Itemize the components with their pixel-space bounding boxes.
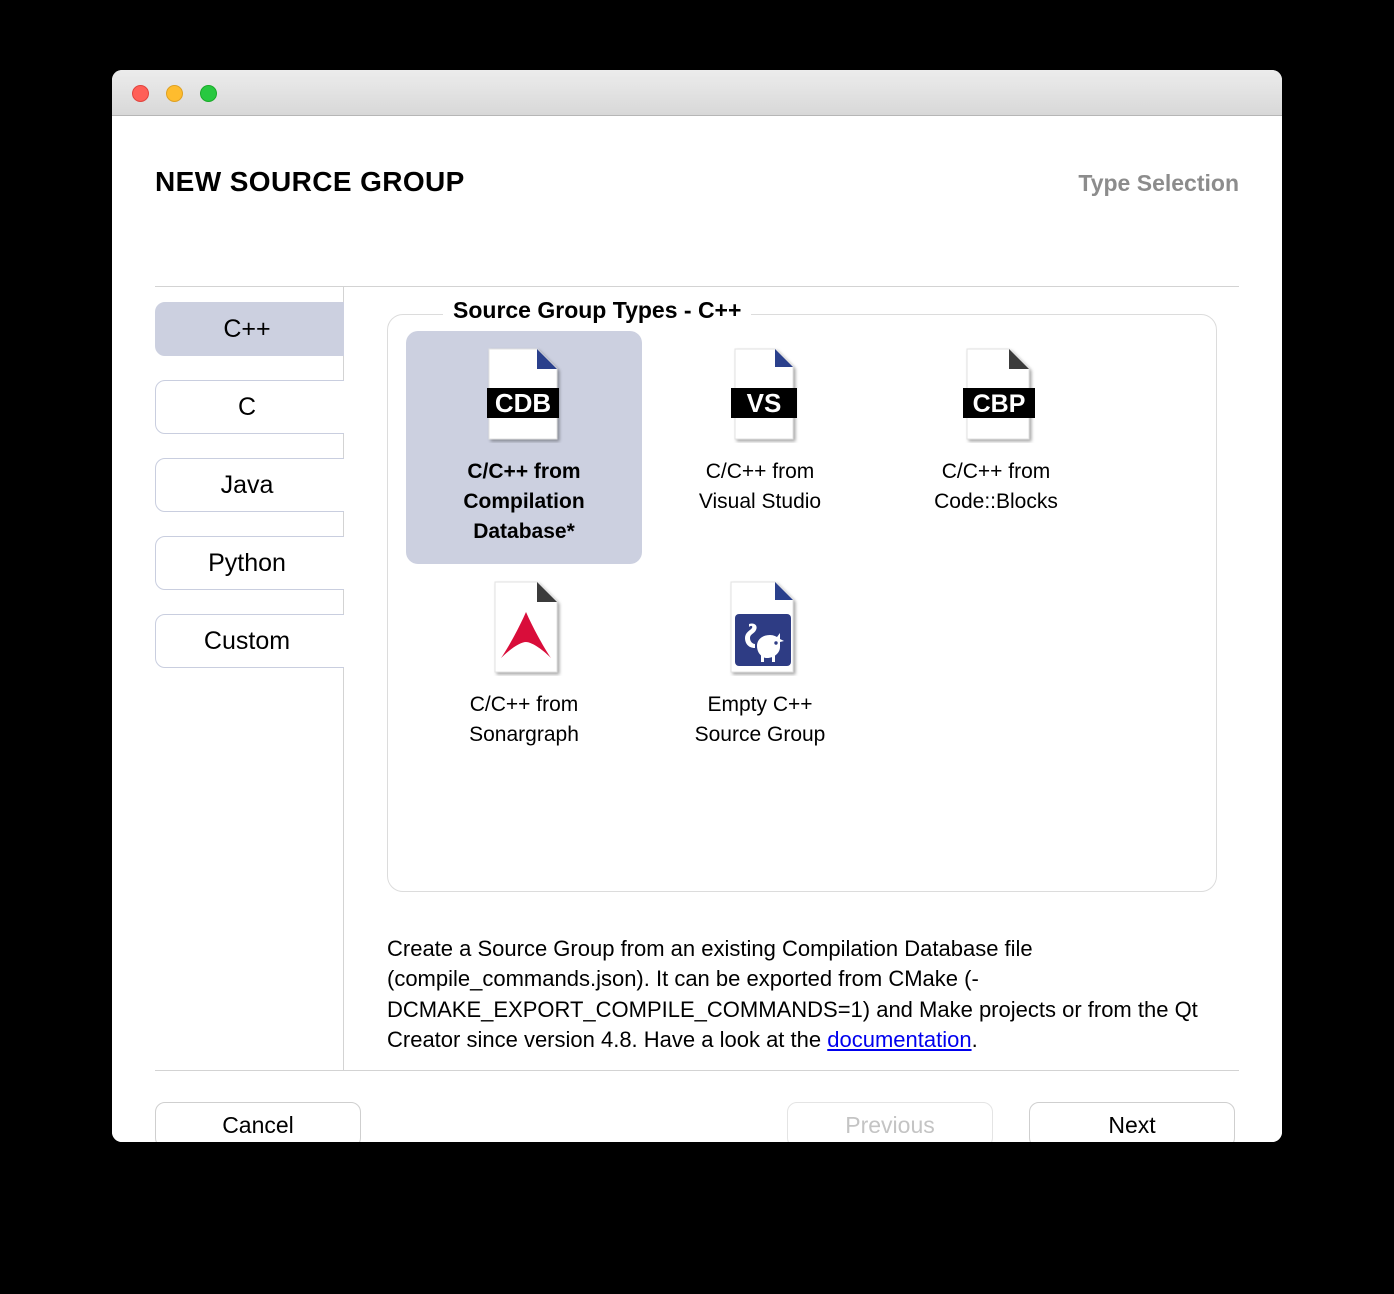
source-group-type-grid: CDB C/C++ from Compilation Database* VS … <box>406 331 1200 768</box>
zoom-icon[interactable] <box>200 85 217 102</box>
sourcetrail-file-icon <box>717 578 803 676</box>
source-group-types-legend: Source Group Types - C++ <box>443 297 752 324</box>
sidebar-item-label: Java <box>220 470 274 499</box>
previous-button[interactable]: Previous <box>787 1102 993 1142</box>
description-text: Create a Source Group from an existing C… <box>387 936 1198 1053</box>
sidebar-item-cpp[interactable]: C++ <box>155 302 344 356</box>
sidebar-item-label: Python <box>208 548 286 577</box>
tile-caption: C/C++ from Code::Blocks <box>934 460 1058 513</box>
cbp-file-icon: CBP <box>953 345 1039 443</box>
footer-divider <box>155 1070 1239 1071</box>
cdb-file-icon: CDB <box>481 345 567 443</box>
sidebar-item-label: C++ <box>223 314 271 343</box>
sonargraph-file-icon <box>481 578 567 676</box>
next-button[interactable]: Next <box>1029 1102 1235 1142</box>
sidebar-item-c[interactable]: C <box>155 380 344 434</box>
sidebar-item-label: C <box>237 392 257 421</box>
header-divider <box>155 286 1239 287</box>
tile-cpp-empty-source-group[interactable]: Empty C++ Source Group <box>642 564 878 768</box>
close-icon[interactable] <box>132 85 149 102</box>
page-title: NEW SOURCE GROUP <box>155 166 465 197</box>
source-group-types-box: Source Group Types - C++ CDB C/C++ from … <box>387 297 1217 892</box>
tile-caption: C/C++ from Sonargraph <box>469 693 579 747</box>
tile-caption: C/C++ from Compilation Database* <box>463 460 585 543</box>
cancel-button[interactable]: Cancel <box>155 1102 361 1142</box>
tile-cpp-visual-studio[interactable]: VS C/C++ from Visual Studio <box>642 331 878 564</box>
sidebar-item-python[interactable]: Python <box>155 536 344 590</box>
vs-file-icon: VS <box>717 345 803 443</box>
new-source-group-window: NEW SOURCE GROUP Type Selection C++ C Ja… <box>112 70 1282 1142</box>
tile-cpp-code-blocks[interactable]: CBP C/C++ from Code::Blocks <box>878 331 1114 564</box>
svg-text:CDB: CDB <box>495 388 551 418</box>
documentation-link[interactable]: documentation <box>827 1027 971 1052</box>
svg-text:CBP: CBP <box>973 390 1026 418</box>
wizard-step-label: Type Selection <box>1078 170 1239 196</box>
tile-caption: C/C++ from Visual Studio <box>698 460 822 513</box>
sidebar-item-custom[interactable]: Custom <box>155 614 344 668</box>
source-group-description: Create a Source Group from an existing C… <box>387 934 1237 1055</box>
minimize-icon[interactable] <box>166 85 183 102</box>
svg-text:VS: VS <box>747 388 782 418</box>
dialog-header: NEW SOURCE GROUP Type Selection <box>112 116 1282 246</box>
traffic-light-group <box>132 85 217 102</box>
tile-caption: Empty C++ Source Group <box>694 693 826 747</box>
tile-cpp-compilation-database[interactable]: CDB C/C++ from Compilation Database* <box>406 331 642 565</box>
sidebar-item-label: Custom <box>203 626 291 655</box>
tile-cpp-sonargraph[interactable]: C/C++ from Sonargraph <box>406 564 642 768</box>
screenshot-root: NEW SOURCE GROUP Type Selection C++ C Ja… <box>0 0 1394 1294</box>
sidebar-item-java[interactable]: Java <box>155 458 344 512</box>
language-sidebar: C++ C Java Python Custom <box>155 302 344 692</box>
window-body: NEW SOURCE GROUP Type Selection C++ C Ja… <box>112 116 1282 1142</box>
window-titlebar <box>112 70 1282 116</box>
description-text-tail: . <box>971 1027 978 1053</box>
